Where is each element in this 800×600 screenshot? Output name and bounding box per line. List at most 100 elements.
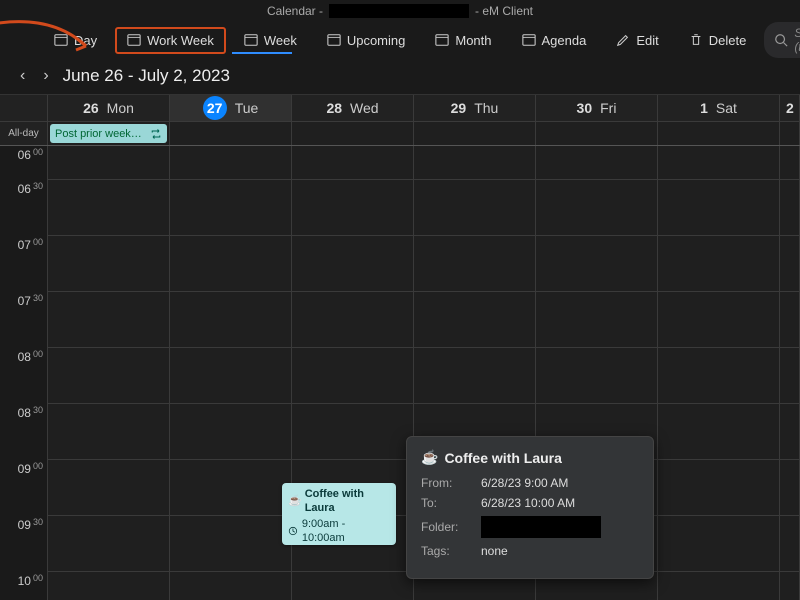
grid-cell[interactable] xyxy=(48,572,170,600)
day-header-sat[interactable]: 1 Sat xyxy=(658,95,780,121)
day-num: 2 xyxy=(786,100,794,116)
grid-cell[interactable] xyxy=(170,292,292,348)
day-dow: Sat xyxy=(716,100,737,116)
day-header-tue[interactable]: 27 Tue xyxy=(170,95,292,121)
grid-cell[interactable] xyxy=(780,516,800,572)
grid-cell[interactable] xyxy=(780,572,800,600)
allday-event[interactable]: Post prior week… xyxy=(50,124,167,143)
grid-cell[interactable] xyxy=(292,292,414,348)
grid-cell[interactable] xyxy=(48,236,170,292)
grid-cell[interactable] xyxy=(658,180,780,236)
delete-button[interactable]: Delete xyxy=(677,27,759,54)
calendar-icon xyxy=(54,33,68,47)
grid-cell[interactable] xyxy=(414,292,536,348)
view-month-button[interactable]: Month xyxy=(423,27,503,54)
allday-cell-mon[interactable]: Post prior week… xyxy=(48,122,170,145)
day-header-wed[interactable]: 28 Wed xyxy=(292,95,414,121)
grid-cell[interactable] xyxy=(658,572,780,600)
view-work-week-button[interactable]: Work Week xyxy=(115,27,226,54)
grid-cell[interactable] xyxy=(536,180,658,236)
grid-cell[interactable] xyxy=(780,236,800,292)
grid-cell[interactable] xyxy=(658,146,780,180)
allday-cell-sun[interactable] xyxy=(780,122,800,145)
grid-cell[interactable] xyxy=(292,348,414,404)
allday-cell-thu[interactable] xyxy=(414,122,536,145)
grid-cell[interactable] xyxy=(292,180,414,236)
grid-cell[interactable] xyxy=(658,292,780,348)
view-week-button[interactable]: Week xyxy=(232,27,309,54)
grid-cell[interactable] xyxy=(414,180,536,236)
title-suffix: - eM Client xyxy=(475,4,533,18)
grid-cell[interactable] xyxy=(48,292,170,348)
day-header-fri[interactable]: 30 Fri xyxy=(536,95,658,121)
grid-cell[interactable] xyxy=(658,516,780,572)
repeat-icon xyxy=(150,128,162,140)
grid-cell[interactable] xyxy=(170,404,292,460)
event-title: Coffee with Laura xyxy=(305,487,390,516)
allday-cell-fri[interactable] xyxy=(536,122,658,145)
pencil-icon xyxy=(616,33,630,47)
day-header-thu[interactable]: 29 Thu xyxy=(414,95,536,121)
day-header-sun[interactable]: 2 xyxy=(780,95,800,121)
grid-cell[interactable] xyxy=(170,236,292,292)
grid-cell[interactable] xyxy=(170,146,292,180)
grid-cell[interactable] xyxy=(780,404,800,460)
grid-cell[interactable] xyxy=(414,348,536,404)
grid-cell[interactable] xyxy=(780,292,800,348)
grid-cell[interactable] xyxy=(170,460,292,516)
search-input[interactable]: Search (type '?' a xyxy=(764,22,800,58)
event-coffee-with-laura[interactable]: ☕ Coffee with Laura 9:00am - 10:00am 30 … xyxy=(282,483,396,545)
view-day-button[interactable]: Day xyxy=(42,27,109,54)
grid-cell[interactable] xyxy=(48,460,170,516)
grid-cell[interactable] xyxy=(658,348,780,404)
allday-cell-tue[interactable] xyxy=(170,122,292,145)
edit-button[interactable]: Edit xyxy=(604,27,670,54)
grid-cell[interactable] xyxy=(292,236,414,292)
calendar-icon xyxy=(327,33,341,47)
tooltip-emoji: ☕ xyxy=(421,449,438,466)
grid-cell[interactable] xyxy=(48,516,170,572)
tooltip-to-label: To: xyxy=(421,496,469,510)
grid-cell[interactable] xyxy=(780,146,800,180)
grid-cell[interactable] xyxy=(170,180,292,236)
grid-cell[interactable] xyxy=(170,348,292,404)
grid-cell[interactable] xyxy=(48,404,170,460)
grid-cell[interactable] xyxy=(658,460,780,516)
grid-cell[interactable] xyxy=(170,572,292,600)
grid-cell[interactable] xyxy=(536,236,658,292)
grid-cell[interactable] xyxy=(780,180,800,236)
grid-cell[interactable] xyxy=(48,348,170,404)
grid-cell[interactable] xyxy=(414,146,536,180)
grid-cell[interactable] xyxy=(536,292,658,348)
grid-cell[interactable] xyxy=(658,404,780,460)
day-header-row: 26 Mon 27 Tue 28 Wed 29 Thu 30 Fri 1 Sat… xyxy=(0,94,800,122)
window-titlebar: Calendar - - eM Client xyxy=(0,0,800,22)
grid-cell[interactable] xyxy=(292,572,414,600)
prev-week-button[interactable]: ‹ xyxy=(16,65,29,87)
event-tooltip: ☕ Coffee with Laura From: 6/28/23 9:00 A… xyxy=(406,436,654,579)
day-header-mon[interactable]: 26 Mon xyxy=(48,95,170,121)
tooltip-folder-label: Folder: xyxy=(421,520,469,534)
view-agenda-button[interactable]: Agenda xyxy=(510,27,599,54)
view-upcoming-button[interactable]: Upcoming xyxy=(315,27,418,54)
grid-cell[interactable] xyxy=(292,146,414,180)
grid-cell[interactable] xyxy=(170,516,292,572)
grid-cell[interactable] xyxy=(536,348,658,404)
grid-cell[interactable] xyxy=(536,146,658,180)
grid-cell[interactable] xyxy=(780,460,800,516)
grid-cell[interactable] xyxy=(658,236,780,292)
grid-cell[interactable] xyxy=(414,236,536,292)
hour-label: 0930 xyxy=(0,516,48,572)
grid-cell[interactable] xyxy=(48,180,170,236)
grid-cell[interactable] xyxy=(780,348,800,404)
hour-row: 0830 xyxy=(0,404,800,460)
allday-cell-sat[interactable] xyxy=(658,122,780,145)
calendar-icon xyxy=(244,33,258,47)
next-week-button[interactable]: › xyxy=(39,65,52,87)
allday-cell-wed[interactable] xyxy=(292,122,414,145)
search-icon xyxy=(774,33,788,47)
calendar-icon xyxy=(435,33,449,47)
day-dow: Tue xyxy=(235,100,259,116)
grid-cell[interactable] xyxy=(292,404,414,460)
grid-cell[interactable] xyxy=(48,146,170,180)
